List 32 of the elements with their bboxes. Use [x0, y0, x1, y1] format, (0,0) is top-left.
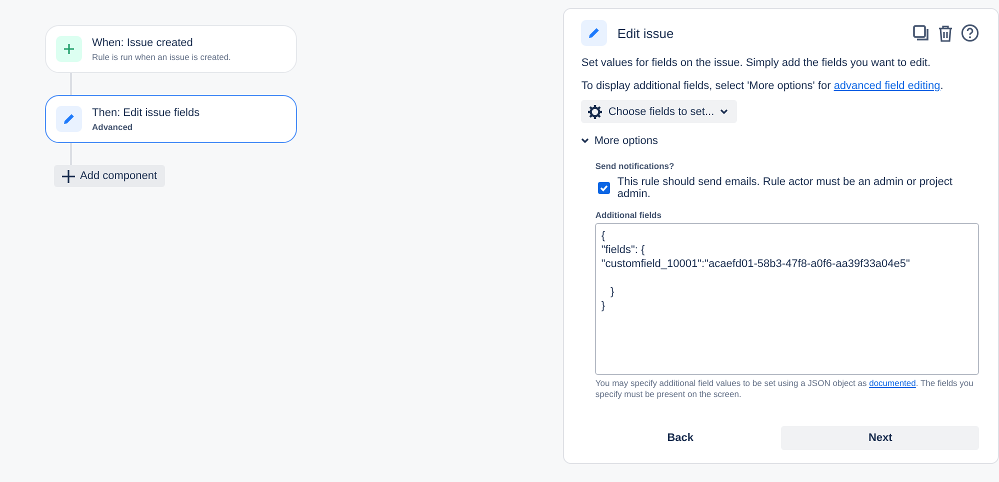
json-input-field[interactable]: { "fields": { "customfield_10001":"acaefd01-58b3-47f8-a0f6-aa39f33a04e5" } }	[595, 223, 980, 375]
hint-text: To display additional fields, select 'More options' for advanced field editing.	[581, 80, 944, 92]
advanced-field-editing-link[interactable]: advanced field editing	[834, 80, 940, 92]
more-options-toggle[interactable]: More options	[581, 135, 658, 147]
checkbox-label: This rule should send emails. Rule actor must be an admin or project admin.	[617, 176, 954, 200]
trash-icon[interactable]	[938, 24, 954, 42]
back-button[interactable]: Back	[595, 426, 766, 450]
card-subtitle: Advanced	[92, 122, 134, 132]
card-title: Then: Edit issue fields	[92, 106, 200, 118]
pencil-icon	[587, 26, 602, 40]
copy-icon[interactable]	[913, 24, 930, 42]
choose-fields-dropdown[interactable]: Choose fields to set...	[581, 100, 738, 123]
plus-icon	[62, 170, 75, 182]
documented-link[interactable]: documented	[869, 378, 916, 388]
checkbox[interactable]	[598, 182, 610, 194]
card-title: When: Issue created	[92, 36, 194, 48]
add-component-button[interactable]: Add component	[54, 165, 166, 187]
chevron-icon	[581, 138, 590, 144]
pencil-icon	[62, 112, 76, 126]
gear-icon	[588, 104, 602, 118]
help-icon[interactable]	[961, 24, 980, 42]
field-label: Send notifications?	[595, 161, 674, 171]
chevron-down-icon	[720, 108, 728, 114]
card-subtitle: Rule is run when an issue is created.	[92, 52, 231, 62]
field-label: Additional fields	[595, 210, 662, 220]
plus-icon	[63, 43, 75, 55]
help-text: You may specify additional field values to be set using a JSON object as documented. The fields you specify must be present on the screen.	[595, 378, 974, 400]
description-text: Set values for fields on the issue. Simply add the fields you want to edit.	[581, 57, 930, 69]
rule-card[interactable]: Then: Edit issue fields Advanced	[45, 95, 297, 143]
panel-title: Edit issue	[617, 26, 674, 40]
rule-card[interactable]: When: Issue created Rule is run when an issue is created.	[45, 25, 297, 73]
next-button[interactable]: Next	[781, 426, 980, 450]
